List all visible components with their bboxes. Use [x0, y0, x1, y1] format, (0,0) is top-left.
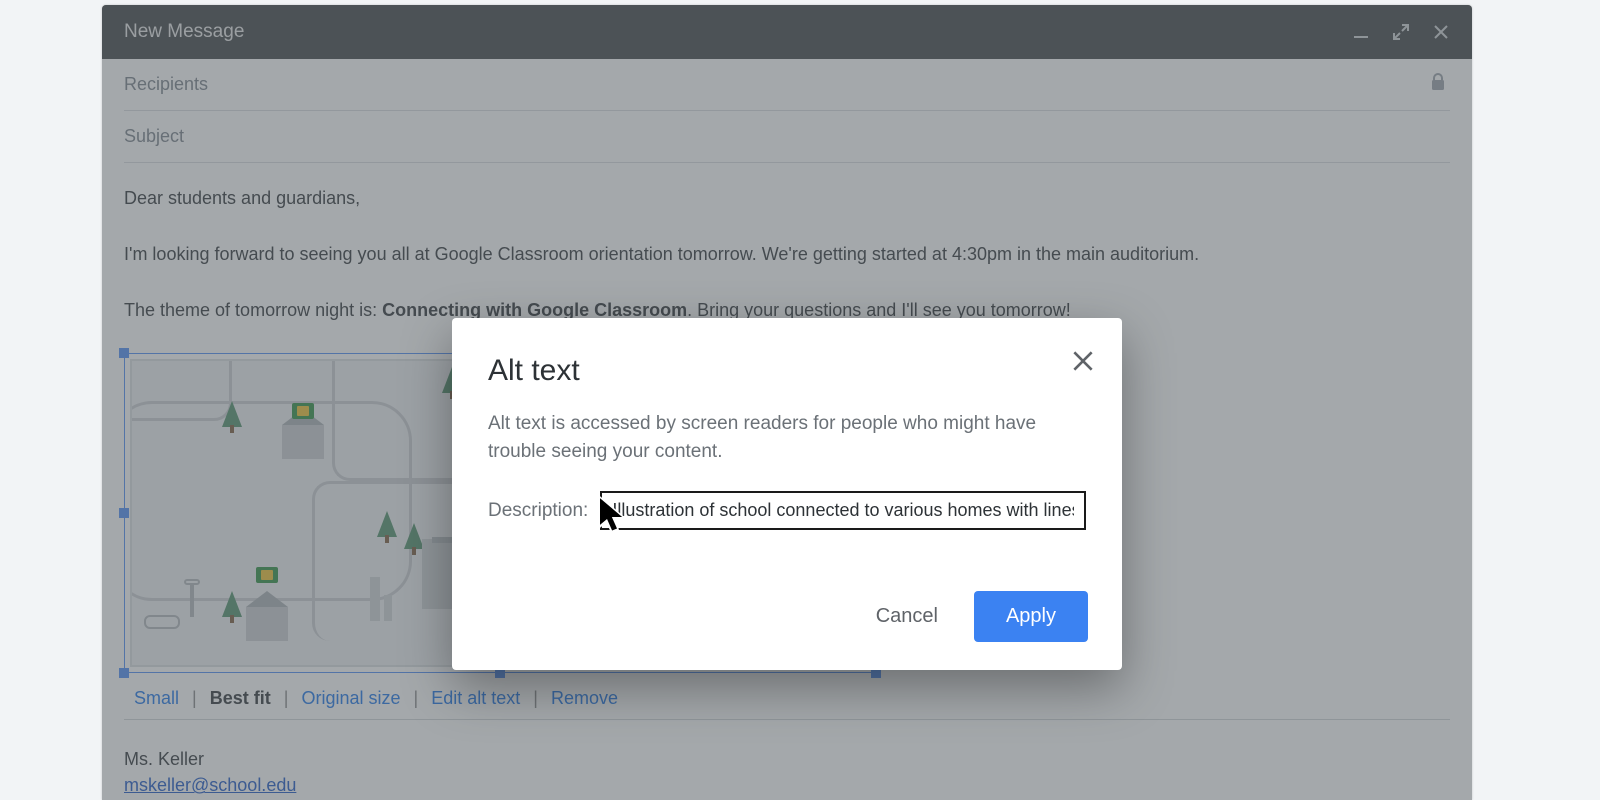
- dialog-helper-text: Alt text is accessed by screen readers f…: [488, 410, 1053, 465]
- dialog-close-icon[interactable]: [1070, 348, 1096, 379]
- alt-text-dialog: Alt text Alt text is accessed by screen …: [452, 318, 1122, 670]
- apply-button[interactable]: Apply: [974, 591, 1088, 642]
- alt-text-input[interactable]: [600, 491, 1086, 530]
- description-label: Description:: [488, 500, 588, 522]
- cancel-button[interactable]: Cancel: [868, 593, 946, 640]
- dialog-title: Alt text: [488, 354, 1086, 388]
